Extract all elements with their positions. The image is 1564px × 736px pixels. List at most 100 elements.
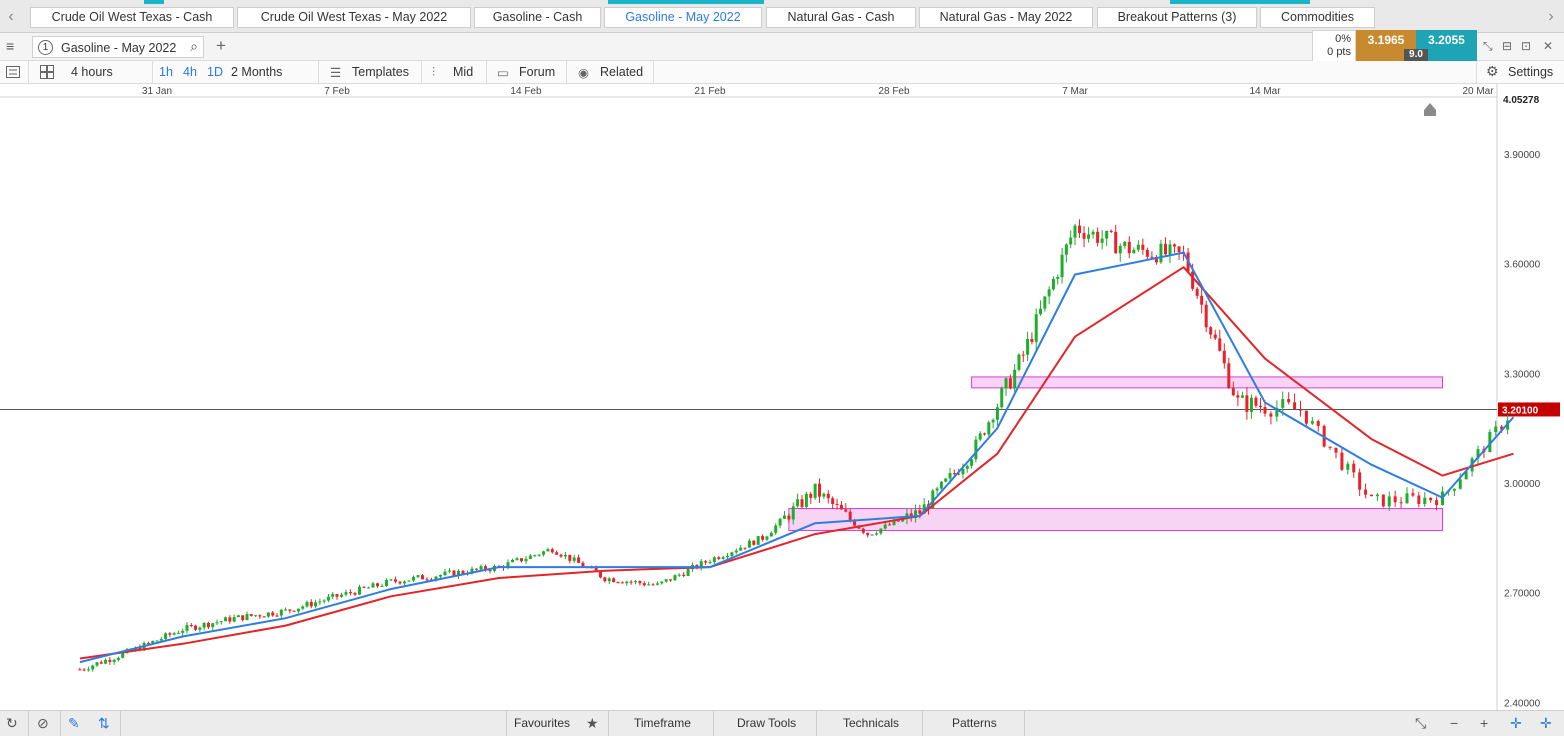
tab-next-arrow-icon[interactable]: › — [1542, 8, 1560, 26]
quick-interval-1d[interactable]: 1D — [207, 65, 223, 79]
refresh-icon[interactable]: ↻ — [6, 715, 18, 732]
crosshair-center-icon[interactable]: ✛ — [1540, 715, 1552, 732]
candle-down — [488, 570, 492, 572]
tab-crude-oil-may[interactable]: Crude Oil West Texas - May 2022 — [237, 7, 471, 28]
range-select[interactable]: 2 Months — [231, 65, 282, 79]
templates-button[interactable]: Templates — [352, 65, 409, 79]
candle-up — [380, 585, 384, 587]
candle-down — [1114, 231, 1118, 254]
candle-up — [1118, 245, 1122, 254]
candlestick-chart[interactable]: 31 Jan 7 Feb 14 Feb 21 Feb 28 Feb 7 Mar 14 Mar… — [0, 84, 1564, 710]
candle-up — [155, 640, 159, 642]
chart-list-icon[interactable] — [6, 66, 20, 78]
candle-down — [241, 615, 245, 620]
candle-up — [1026, 338, 1030, 355]
candle-down — [394, 579, 397, 582]
timeframe-button[interactable]: Timeframe — [634, 716, 691, 730]
tab-natural-gas-may[interactable]: Natural Gas - May 2022 — [919, 7, 1093, 28]
candle-up — [385, 580, 388, 586]
candles-icon: ⫶ — [432, 65, 436, 79]
quick-interval-4h[interactable]: 4h — [183, 65, 197, 79]
candle-down — [1293, 402, 1297, 410]
candle-up — [331, 594, 335, 597]
tab-breakout-patterns[interactable]: Breakout Patterns (3) — [1097, 7, 1257, 28]
forum-button[interactable]: Forum — [519, 65, 555, 79]
close-icon[interactable]: ✕ — [1543, 39, 1553, 53]
candle-down — [78, 669, 82, 671]
candle-down — [752, 540, 756, 545]
tab-gasoline-cash[interactable]: Gasoline - Cash — [474, 7, 601, 28]
maximize-icon[interactable]: ⊡ — [1521, 39, 1531, 53]
favourites-button[interactable]: Favourites — [514, 716, 570, 730]
tab-natural-gas-cash[interactable]: Natural Gas - Cash — [766, 7, 916, 28]
candle-down — [1299, 409, 1302, 411]
settings-button[interactable]: Settings — [1508, 65, 1553, 79]
fit-chart-icon[interactable]: ⤡ — [1415, 715, 1426, 732]
candle-up — [1056, 277, 1060, 279]
instrument-selector[interactable]: 1 Gasoline - May 2022 ⌕ — [32, 36, 204, 58]
search-icon[interactable]: ⌕ — [190, 38, 198, 55]
toolbar-divider — [1476, 61, 1477, 84]
candle-down — [1411, 493, 1415, 496]
draw-tools-button[interactable]: Draw Tools — [737, 716, 796, 730]
crosshair-icon[interactable]: ✛ — [1510, 715, 1522, 732]
sort-arrows-icon[interactable]: ⇅ — [98, 715, 110, 732]
candle-down — [1364, 489, 1368, 495]
tab-commodities[interactable]: Commodities — [1260, 7, 1375, 28]
candle-up — [542, 551, 546, 555]
star-icon[interactable]: ★ — [586, 715, 599, 732]
tab-gasoline-may[interactable]: Gasoline - May 2022 — [604, 7, 762, 28]
pencil-icon[interactable]: ✎ — [68, 715, 80, 732]
minimize-icon[interactable]: ⊟ — [1502, 39, 1512, 53]
candle-down — [831, 498, 835, 504]
candle-up — [1494, 426, 1498, 433]
quick-interval-1h[interactable]: 1h — [159, 65, 173, 79]
zoom-in-icon[interactable]: + — [1480, 715, 1488, 731]
instrument-tab-bar: ‹ Crude Oil West Texas - Cash Crude Oil … — [0, 0, 1564, 33]
candle-up — [1458, 479, 1462, 489]
collapse-icon[interactable]: ⤡ — [1483, 39, 1493, 54]
candle-down — [1227, 363, 1231, 388]
interval-select[interactable]: 4 hours — [71, 65, 113, 79]
candle-down — [292, 610, 296, 612]
add-chart-icon[interactable]: + — [216, 36, 226, 56]
eye-icon: ◉ — [578, 66, 589, 80]
patterns-button[interactable]: Patterns — [952, 716, 997, 730]
bottom-divider — [120, 711, 121, 736]
candle-up — [344, 592, 348, 595]
gear-icon[interactable]: ⚙ — [1486, 63, 1499, 80]
candle-down — [271, 612, 275, 616]
price-panel: 0% 0 pts 3.1965 3.2055 9.0 — [1312, 30, 1478, 62]
candle-up — [1069, 237, 1073, 245]
candle-up — [1405, 493, 1409, 504]
instrument-name: Gasoline - May 2022 — [61, 41, 177, 55]
technicals-button[interactable]: Technicals — [843, 716, 899, 730]
candle-down — [682, 574, 686, 576]
related-button[interactable]: Related — [600, 65, 643, 79]
candle-down — [1254, 397, 1258, 406]
candle-down — [1213, 334, 1217, 339]
x-tick-label: 28 Feb — [878, 86, 910, 97]
zoom-out-icon[interactable]: − — [1450, 715, 1458, 731]
price-chart[interactable]: 31 Jan 7 Feb 14 Feb 21 Feb 28 Feb 7 Mar 14 Mar… — [0, 84, 1564, 710]
candle-down — [362, 586, 366, 588]
price-type-select[interactable]: Mid — [453, 65, 473, 79]
tab-prev-arrow-icon[interactable]: ‹ — [2, 8, 20, 26]
candle-down — [1245, 395, 1249, 412]
candle-down — [1304, 410, 1308, 424]
cancel-icon[interactable]: ⊘ — [37, 715, 49, 732]
scroll-latest-icon-base — [1424, 110, 1436, 116]
layout-grid-icon[interactable] — [40, 65, 54, 79]
candle-up — [1423, 497, 1427, 504]
tab-crude-oil-cash[interactable]: Crude Oil West Texas - Cash — [30, 7, 234, 28]
candle-down — [704, 561, 708, 563]
candle-down — [577, 557, 581, 563]
candle-up — [782, 515, 786, 519]
candle-up — [1043, 296, 1047, 309]
candle-up — [1249, 397, 1253, 412]
y-tick-label: 3.90000 — [1504, 150, 1541, 161]
candle-up — [172, 633, 176, 635]
candle-up — [412, 576, 415, 581]
menu-icon[interactable]: ≡ — [6, 38, 14, 54]
candle-up — [978, 433, 982, 440]
